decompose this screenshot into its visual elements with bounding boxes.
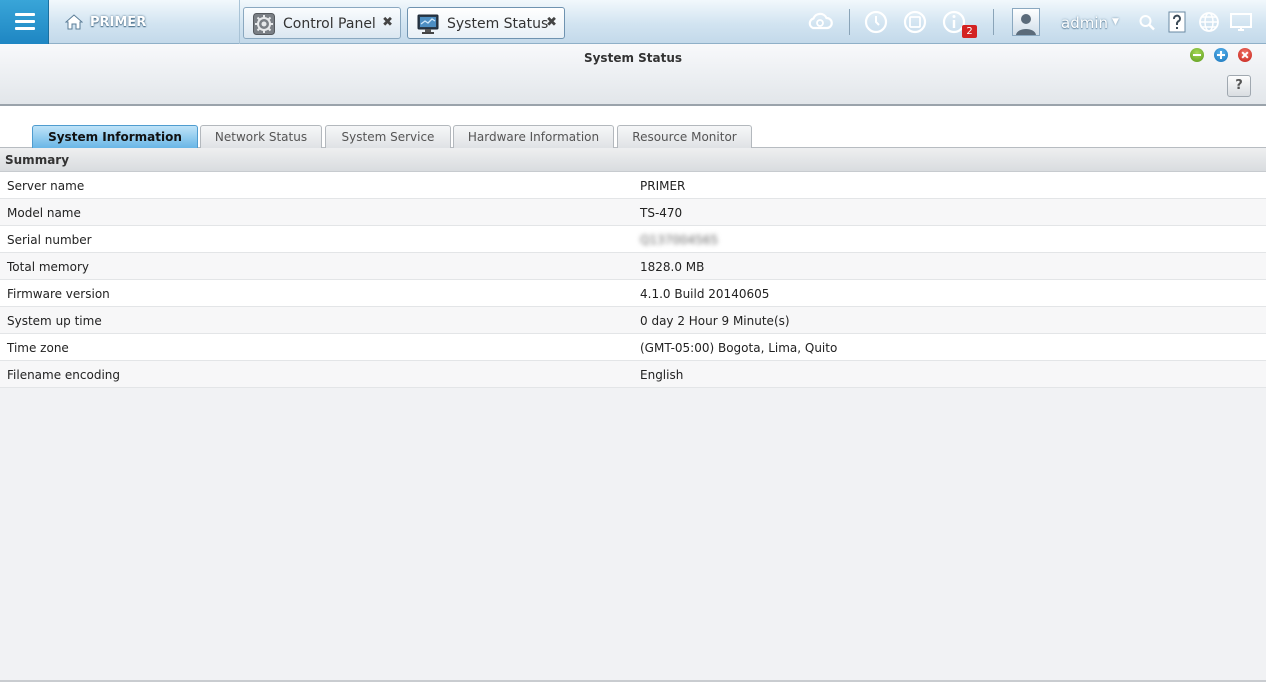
table-row: Serial number Q137004565 xyxy=(0,226,1266,253)
table-row: Filename encoding English xyxy=(0,361,1266,388)
row-label: Model name xyxy=(7,206,81,220)
user-icon xyxy=(1016,14,1036,35)
row-value: English xyxy=(640,368,684,382)
row-value: 1828.0 MB xyxy=(640,260,705,274)
tab-label: System Status xyxy=(447,16,549,32)
hamburger-icon-line xyxy=(15,13,35,16)
window-help-button[interactable]: ? xyxy=(1227,75,1251,97)
search-icon[interactable] xyxy=(1136,8,1158,36)
tab-network-status[interactable]: Network Status xyxy=(200,125,322,148)
monitor-icon xyxy=(417,14,439,34)
close-window-icon[interactable] xyxy=(1238,48,1252,62)
tab-hardware-information[interactable]: Hardware Information xyxy=(453,125,614,148)
summary-table: Server name PRIMER Model name TS-470 Ser… xyxy=(0,172,1266,388)
row-value: 0 day 2 Hour 9 Minute(s) xyxy=(640,314,790,328)
close-icon[interactable]: ✖ xyxy=(382,15,393,30)
row-label: Serial number xyxy=(7,233,92,247)
cloud-icon[interactable] xyxy=(806,8,834,36)
tab-control-panel[interactable]: Control Panel ✖ xyxy=(243,7,401,39)
home-icon xyxy=(65,14,83,30)
toolbar-divider xyxy=(849,9,850,35)
row-label: Filename encoding xyxy=(7,368,121,382)
control-panel-icon xyxy=(253,13,275,35)
table-row: Total memory 1828.0 MB xyxy=(0,253,1266,280)
hamburger-icon-line xyxy=(15,20,35,23)
table-row: Firmware version 4.1.0 Build 20140605 xyxy=(0,280,1266,307)
table-row: System up time 0 day 2 Hour 9 Minute(s) xyxy=(0,307,1266,334)
row-value: 4.1.0 Build 20140605 xyxy=(640,287,770,301)
desktop-icon[interactable] xyxy=(1228,8,1254,36)
close-icon[interactable]: ✖ xyxy=(546,15,557,30)
table-row: Model name TS-470 xyxy=(0,199,1266,226)
tab-label: Control Panel xyxy=(283,16,376,32)
clock-icon[interactable] xyxy=(862,8,890,36)
globe-icon[interactable] xyxy=(1196,8,1222,36)
row-label: Time zone xyxy=(7,341,69,355)
sync-icon[interactable] xyxy=(901,8,929,36)
row-value-redacted: Q137004565 xyxy=(640,233,719,247)
window-title: System Status xyxy=(583,51,683,65)
window-header: System Status ? xyxy=(0,44,1266,106)
row-value: (GMT-05:00) Bogota, Lima, Quito xyxy=(640,341,838,355)
username[interactable]: admin xyxy=(1061,14,1108,32)
summary-header: Summary xyxy=(0,148,1266,172)
tab-system-service[interactable]: System Service xyxy=(325,125,451,148)
top-bar: PRIMER Control Panel ✖ System Status ✖ 2… xyxy=(0,0,1266,44)
avatar[interactable] xyxy=(1012,8,1040,36)
chevron-down-icon[interactable]: ▼ xyxy=(1112,17,1119,27)
toolbar-divider xyxy=(993,9,994,35)
home-button[interactable]: PRIMER xyxy=(49,0,240,44)
main-menu-button[interactable] xyxy=(0,0,49,44)
home-label: PRIMER xyxy=(90,15,147,30)
maximize-icon[interactable] xyxy=(1214,48,1228,62)
table-row: Server name PRIMER xyxy=(0,172,1266,199)
tab-system-information[interactable]: System Information xyxy=(32,125,198,148)
help-icon[interactable] xyxy=(1166,8,1188,36)
row-value: TS-470 xyxy=(640,206,683,220)
tab-resource-monitor[interactable]: Resource Monitor xyxy=(617,125,752,148)
tab-system-status[interactable]: System Status ✖ xyxy=(407,7,565,39)
row-label: Firmware version xyxy=(7,287,110,301)
notification-badge: 2 xyxy=(962,25,977,38)
row-label: Total memory xyxy=(7,260,89,274)
minimize-icon[interactable] xyxy=(1190,48,1204,62)
row-label: Server name xyxy=(7,179,85,193)
summary-heading: Summary xyxy=(5,153,70,167)
subtab-bar: System Information Network Status System… xyxy=(0,106,1266,148)
table-row: Time zone (GMT-05:00) Bogota, Lima, Quit… xyxy=(0,334,1266,361)
row-label: System up time xyxy=(7,314,102,328)
row-value: PRIMER xyxy=(640,179,686,193)
hamburger-icon-line xyxy=(15,27,35,30)
